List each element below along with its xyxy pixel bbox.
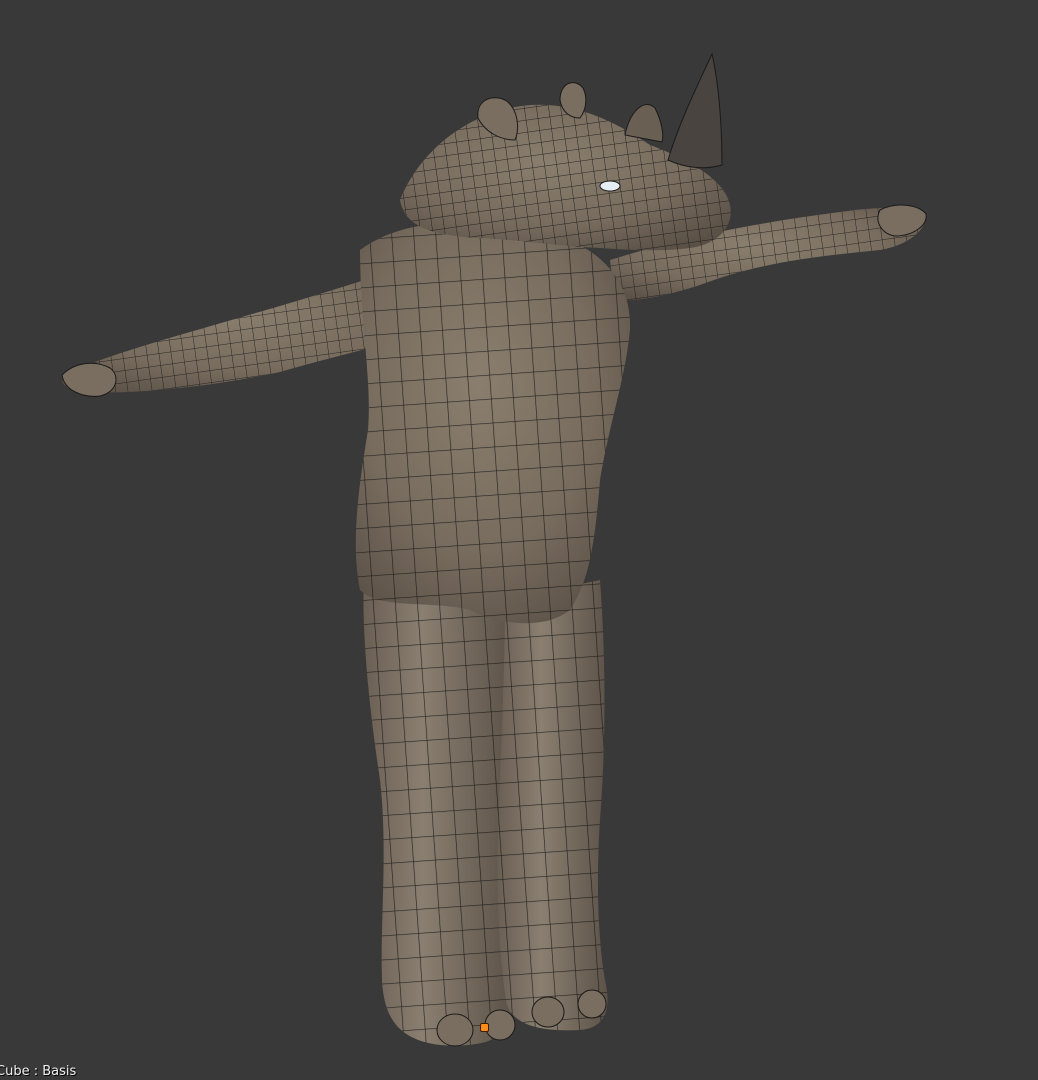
rhino-head (400, 52, 731, 251)
rhino-character-mesh[interactable] (0, 0, 1038, 1080)
torso (355, 221, 631, 624)
object-origin-icon[interactable] (480, 1023, 489, 1032)
object-name-label: Cube : Basis (0, 1064, 77, 1079)
3d-viewport[interactable]: Cube : Basis (0, 0, 1038, 1080)
legs (363, 560, 608, 1046)
